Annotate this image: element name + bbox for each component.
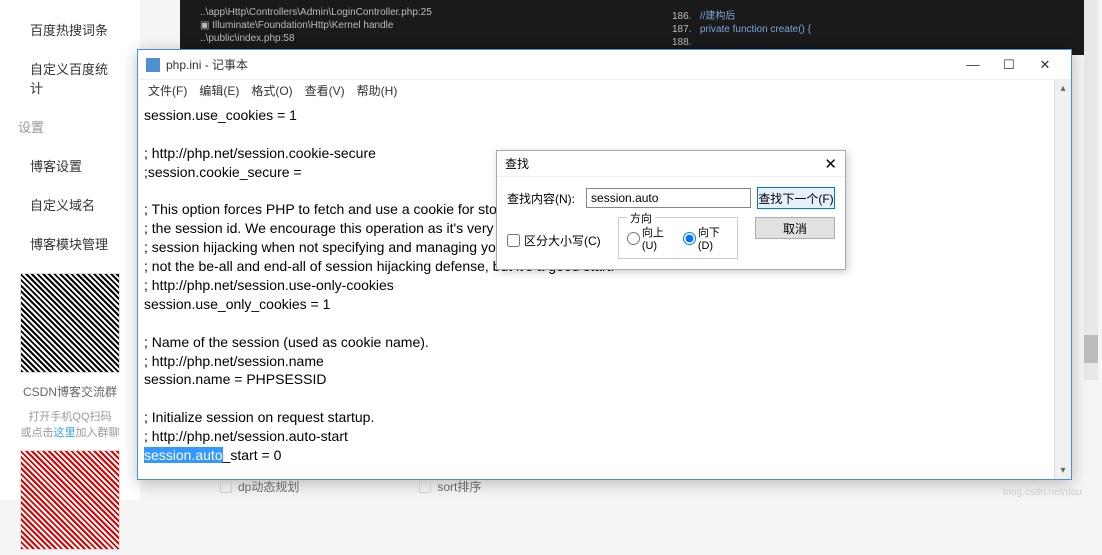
bg-line: ..\app\Http\Controllers\Admin\LoginContr…	[200, 7, 432, 18]
close-button[interactable]: ✕	[1037, 57, 1053, 73]
qr-hint: 打开手机QQ扫码 或点击这里加入群聊	[10, 408, 130, 440]
qr-code-1	[20, 273, 120, 373]
bottom-tags: dp动态规划 sort排序	[220, 478, 481, 495]
editor-line: ; http://php.net/session.auto-start	[144, 428, 348, 444]
qr-label-1: CSDN博客交流群	[10, 383, 130, 400]
bg-line: ..\public\index.php:58	[200, 33, 432, 44]
menu-edit[interactable]: 编辑(E)	[194, 80, 244, 102]
bg-comment: //建构后	[700, 11, 736, 22]
editor-line: ; Initialize session on request startup.	[144, 409, 374, 425]
window-controls: — ☐ ✕	[965, 57, 1063, 73]
sidebar-item-custom-stats[interactable]: 自定义百度统计	[0, 49, 140, 107]
find-close-button[interactable]: ✕	[824, 155, 837, 173]
titlebar[interactable]: php.ini - 记事本 — ☐ ✕	[138, 50, 1071, 80]
find-next-button[interactable]: 查找下一个(F)	[757, 187, 835, 209]
sidebar-item-module-mgmt[interactable]: 博客模块管理	[0, 224, 140, 263]
editor-line: session.use_only_cookies = 1	[144, 296, 330, 312]
editor-line: session.use_cookies = 1	[144, 107, 297, 123]
find-title-text: 查找	[505, 155, 529, 172]
find-cancel-button[interactable]: 取消	[755, 217, 835, 239]
tag-label: dp动态规划	[238, 478, 299, 495]
editor-line: ; http://php.net/session.use-only-cookie…	[144, 277, 394, 293]
bg-func: private function create() {	[700, 24, 811, 35]
qr-block-1: CSDN博客交流群 打开手机QQ扫码 或点击这里加入群聊	[0, 273, 140, 440]
scroll-down-button[interactable]: ▾	[1055, 462, 1071, 479]
scrollbar-thumb[interactable]	[1084, 335, 1098, 363]
checkbox-icon[interactable]	[419, 481, 431, 493]
checkbox-icon[interactable]	[220, 481, 232, 493]
direction-group: 方向 向上(U) 向下(D)	[618, 217, 738, 259]
menubar: 文件(F) 编辑(E) 格式(O) 查看(V) 帮助(H)	[138, 80, 1071, 102]
menu-view[interactable]: 查看(V)	[300, 80, 350, 102]
editor-line: ;session.cookie_secure =	[144, 164, 302, 180]
tag-item[interactable]: sort排序	[419, 478, 481, 495]
find-input-label: 查找内容(N):	[507, 190, 580, 207]
tag-item[interactable]: dp动态规划	[220, 478, 299, 495]
find-titlebar[interactable]: 查找 ✕	[497, 151, 845, 177]
find-dialog: 查找 ✕ 查找内容(N): 查找下一个(F) 区分大小写(C) 方向 向上(U)…	[496, 150, 846, 270]
bg-ln: 188.	[672, 37, 691, 48]
qr-hint-line1: 打开手机QQ扫码	[28, 411, 111, 423]
editor-highlight: session.auto	[144, 447, 223, 463]
scroll-up-button[interactable]: ▴	[1055, 80, 1071, 97]
qr-hint-a: 或点击	[21, 427, 54, 439]
sidebar-item-blog-settings[interactable]: 博客设置	[0, 146, 140, 185]
qr-block-2	[0, 450, 140, 555]
menu-help[interactable]: 帮助(H)	[352, 80, 403, 102]
editor-line: ; http://php.net/session.cookie-secure	[144, 145, 376, 161]
find-input[interactable]	[586, 188, 751, 208]
qr-code-2	[20, 450, 120, 550]
background-code-panel: ..\app\Http\Controllers\Admin\LoginContr…	[180, 0, 1092, 55]
sidebar-item-custom-domain[interactable]: 自定义域名	[0, 185, 140, 224]
direction-legend: 方向	[627, 210, 655, 226]
bg-ln: 187.	[672, 24, 691, 35]
editor-line: session.name = PHPSESSID	[144, 371, 326, 387]
editor-scrollbar[interactable]: ▴ ▾	[1054, 80, 1071, 479]
window-title: php.ini - 记事本	[166, 56, 248, 73]
bg-ln: 186.	[672, 11, 691, 22]
match-case-label: 区分大小写(C)	[524, 232, 601, 249]
direction-up-radio[interactable]	[627, 232, 640, 245]
sidebar-item-hotsearch[interactable]: 百度热搜词条	[0, 10, 140, 49]
qr-hint-link[interactable]: 这里	[54, 427, 76, 439]
bg-line: Illuminate\Foundation\Http\Kernel handle	[212, 20, 393, 31]
tag-label: sort排序	[437, 478, 481, 495]
notepad-icon	[146, 58, 160, 72]
qr-hint-b: 加入群聊	[76, 427, 120, 439]
direction-up-label: 向上(U)	[642, 224, 673, 252]
editor-line: ; Name of the session (used as cookie na…	[144, 334, 429, 350]
menu-format[interactable]: 格式(O)	[246, 80, 297, 102]
match-case-checkbox[interactable]	[507, 234, 520, 247]
menu-file[interactable]: 文件(F)	[143, 80, 192, 102]
page-scrollbar[interactable]	[1084, 0, 1098, 380]
watermark: blog.csdn.net/dou	[1003, 487, 1082, 498]
editor-line: ; http://php.net/session.name	[144, 353, 324, 369]
direction-down-radio[interactable]	[683, 232, 696, 245]
direction-down-label: 向下(D)	[698, 224, 729, 252]
sidebar: 百度热搜词条 自定义百度统计 设置 博客设置 自定义域名 博客模块管理 CSDN…	[0, 0, 140, 500]
minimize-button[interactable]: —	[965, 57, 981, 73]
editor-line: _start = 0	[223, 447, 282, 463]
maximize-button[interactable]: ☐	[1001, 57, 1017, 73]
sidebar-section-settings: 设置	[0, 107, 140, 146]
